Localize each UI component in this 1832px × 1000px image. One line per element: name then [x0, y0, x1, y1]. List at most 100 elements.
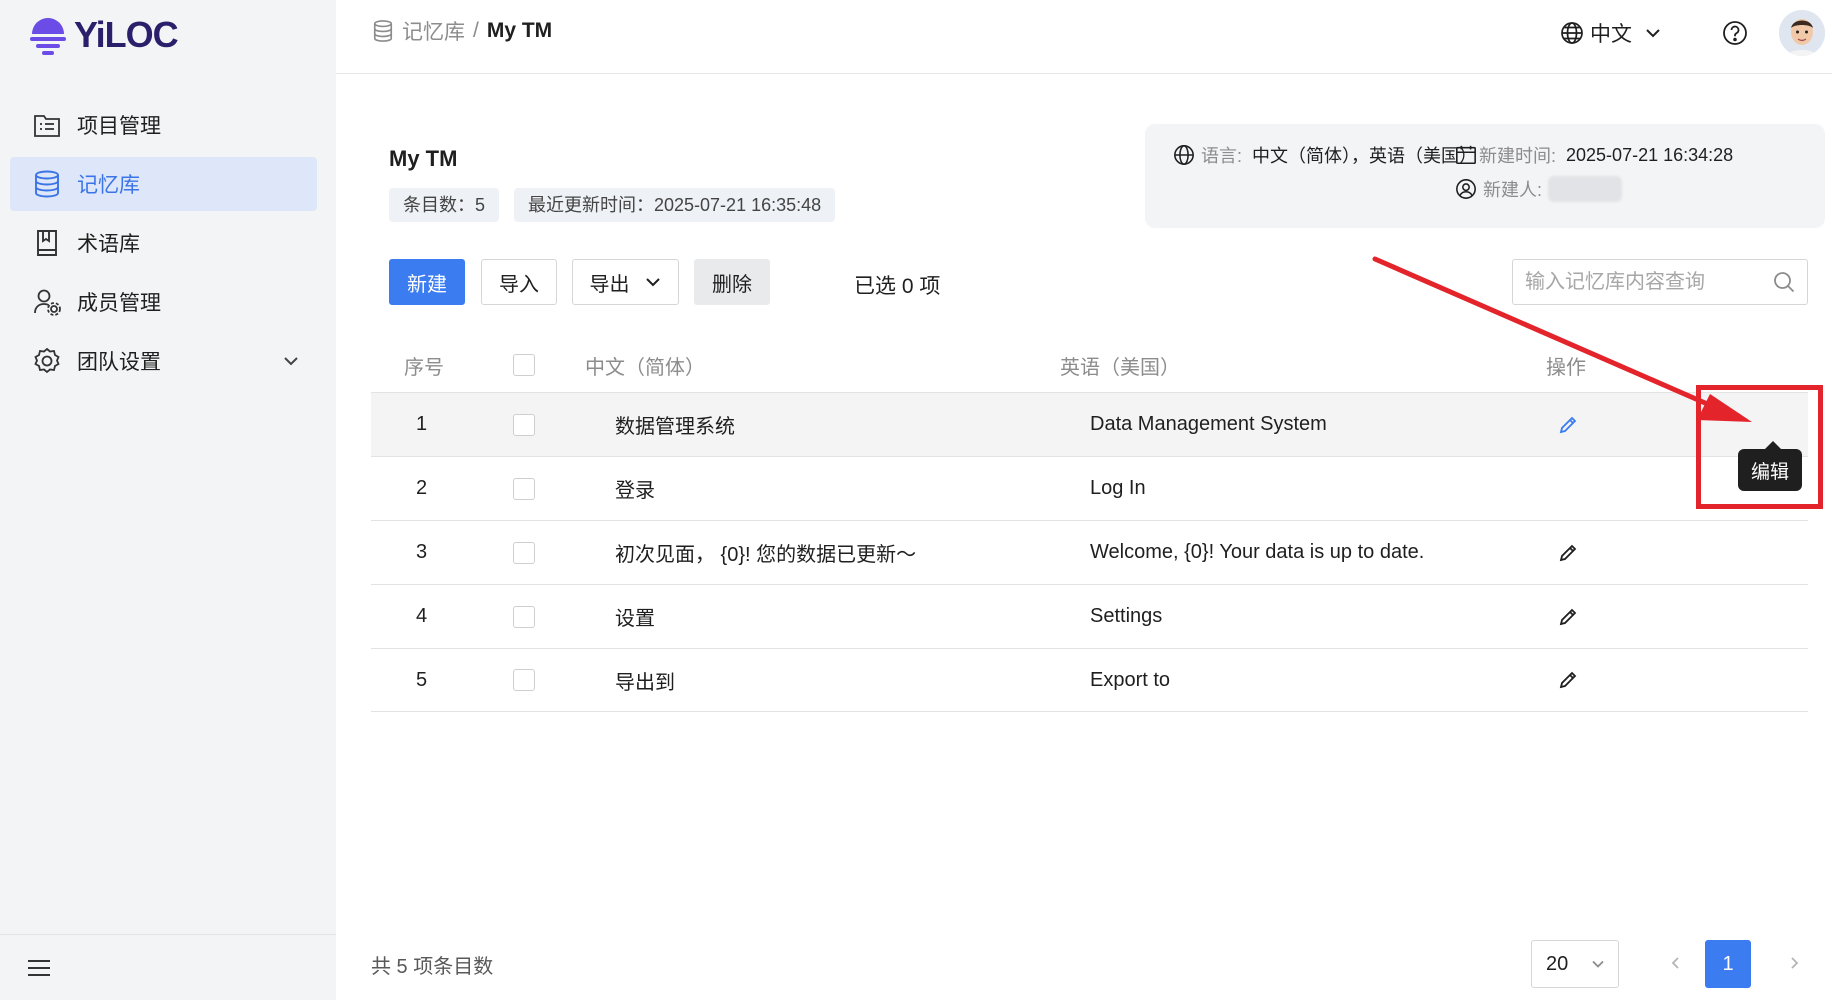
delete-button[interactable]: 删除 — [694, 259, 770, 305]
chevron-down-icon — [645, 278, 660, 287]
info-created-time: 新建时间: 2025-07-21 16:34:28 — [1455, 142, 1733, 168]
sidebar-item-members[interactable]: 成员管理 — [10, 275, 317, 329]
row-checkbox-cell — [513, 521, 535, 584]
header-index: 序号 — [404, 356, 444, 379]
page-size-select[interactable]: 20 — [1531, 940, 1619, 988]
sidebar-item-label: 成员管理 — [77, 292, 161, 315]
total-count-text: 共 5 项条目数 — [371, 956, 494, 978]
chevron-right-icon — [1791, 957, 1799, 969]
breadcrumb-current: My TM — [486, 19, 553, 42]
sidebar-footer — [0, 934, 336, 1000]
sidebar-item-termbase[interactable]: 术语库 — [10, 216, 317, 270]
row-edit-cell — [1557, 393, 1579, 456]
annotation-highlight-box — [1696, 385, 1823, 509]
table-header: 序号 中文（简体） 英语（美国） 操作 — [371, 338, 1808, 392]
import-button[interactable]: 导入 — [481, 259, 557, 305]
row-edit-cell — [1557, 521, 1579, 584]
logo-text: YiLOC — [74, 14, 179, 55]
prev-page-button[interactable] — [1661, 948, 1691, 978]
row-index: 1 — [416, 413, 428, 435]
sidebar-item-projects[interactable]: 项目管理 — [10, 98, 317, 152]
row-source-text: 数据管理系统 — [615, 416, 735, 438]
table-row[interactable]: 4 设置 Settings — [371, 584, 1808, 648]
row-edit-cell — [1557, 649, 1579, 711]
row-checkbox[interactable] — [513, 477, 535, 500]
edit-pencil-icon[interactable] — [1557, 606, 1579, 628]
breadcrumb-parent-link[interactable]: 记忆库 — [402, 16, 465, 46]
row-checkbox-cell — [513, 585, 535, 648]
row-target-text: Export to — [1090, 668, 1171, 691]
sidebar-item-tm[interactable]: 记忆库 — [10, 157, 317, 211]
search-icon[interactable] — [1773, 271, 1795, 293]
row-target-text: Log In — [1090, 477, 1146, 499]
globe-icon — [1174, 145, 1194, 165]
info-creator-label: 新建人: — [1483, 180, 1543, 200]
entry-count-badge: 条目数：5 — [389, 188, 500, 222]
row-checkbox[interactable] — [513, 605, 535, 628]
selected-count: 已选 0 项 — [854, 275, 941, 298]
row-source-text: 导出到 — [615, 671, 675, 694]
header-action: 操作 — [1546, 356, 1586, 379]
row-checkbox-cell — [513, 649, 535, 711]
info-language-value: 中文（简体），英语（美国） — [1252, 146, 1478, 166]
table-row[interactable]: 3 初次见面， {0}! 您的数据已更新～ Welcome, {0}! Your… — [371, 520, 1808, 584]
row-checkbox[interactable] — [513, 413, 535, 436]
edit-pencil-icon[interactable] — [1557, 414, 1579, 436]
menu-icon[interactable] — [28, 959, 50, 977]
sidebar: YiLOC 项目管理 记忆库 术语库 成员管理 团队设置 — [0, 0, 336, 1000]
breadcrumb: 记忆库 / My TM — [372, 16, 552, 46]
export-label: 导出 — [589, 273, 630, 296]
help-icon[interactable] — [1722, 20, 1748, 46]
user-circle-icon — [1456, 179, 1476, 199]
gear-icon — [32, 346, 62, 376]
header-source: 中文（简体） — [585, 356, 705, 379]
row-source-text: 初次见面， {0}! 您的数据已更新～ — [615, 544, 917, 566]
user-gear-icon — [32, 287, 62, 317]
search-input[interactable] — [1513, 260, 1753, 304]
tm-info-card: 语言: 中文（简体），英语（美国） 新建时间: 2025-07-21 16:34… — [1145, 124, 1825, 228]
export-dropdown-button[interactable]: 导出 — [572, 259, 679, 305]
row-index: 4 — [416, 605, 428, 627]
next-page-button[interactable] — [1779, 948, 1809, 978]
avatar-image — [1779, 10, 1825, 56]
row-target-text: Settings — [1090, 605, 1163, 627]
select-all-checkbox[interactable] — [513, 354, 535, 376]
info-creator: 新建人: — [1455, 176, 1623, 202]
sidebar-item-label: 术语库 — [77, 233, 140, 256]
top-header: 记忆库 / My TM 中文 — [336, 0, 1832, 74]
row-source-text: 设置 — [615, 608, 655, 630]
row-index: 5 — [416, 668, 428, 691]
logo-icon — [30, 18, 66, 55]
page-size-value: 20 — [1546, 952, 1569, 975]
breadcrumb-separator: / — [473, 19, 479, 42]
language-label: 中文 — [1590, 23, 1632, 46]
sidebar-item-team-settings[interactable]: 团队设置 — [10, 334, 317, 388]
row-index: 2 — [416, 477, 428, 499]
sidebar-item-label: 项目管理 — [77, 115, 161, 138]
edit-pencil-icon[interactable] — [1557, 669, 1579, 691]
page-title: My TM — [389, 146, 458, 171]
language-selector[interactable]: 中文 — [1560, 18, 1662, 48]
info-language: 语言: 中文（简体），英语（美国） — [1173, 142, 1477, 168]
sidebar-item-label: 团队设置 — [77, 351, 161, 374]
row-checkbox[interactable] — [513, 669, 535, 691]
edit-pencil-icon[interactable] — [1557, 542, 1579, 564]
creator-name-redacted — [1548, 176, 1623, 202]
table-row[interactable]: 1 数据管理系统 Data Management System — [371, 392, 1808, 456]
app-logo[interactable]: YiLOC — [28, 12, 179, 58]
table-row[interactable]: 5 导出到 Export to — [371, 648, 1808, 712]
sidebar-nav: 项目管理 记忆库 术语库 成员管理 团队设置 — [10, 98, 317, 393]
info-created-value: 2025-07-21 16:34:28 — [1566, 144, 1734, 165]
chevron-down-icon[interactable] — [281, 351, 301, 371]
new-button[interactable]: 新建 — [389, 259, 465, 305]
row-checkbox-cell — [513, 457, 535, 520]
row-target-text: Data Management System — [1090, 413, 1327, 435]
info-language-label: 语言: — [1201, 146, 1243, 166]
row-source-text: 登录 — [615, 480, 655, 502]
user-avatar[interactable] — [1779, 10, 1825, 56]
row-checkbox[interactable] — [513, 541, 535, 564]
chevron-left-icon — [1671, 957, 1679, 969]
page-number-current[interactable]: 1 — [1705, 940, 1751, 988]
table-row[interactable]: 2 登录 Log In — [371, 456, 1808, 520]
header-target: 英语（美国） — [1060, 356, 1180, 379]
